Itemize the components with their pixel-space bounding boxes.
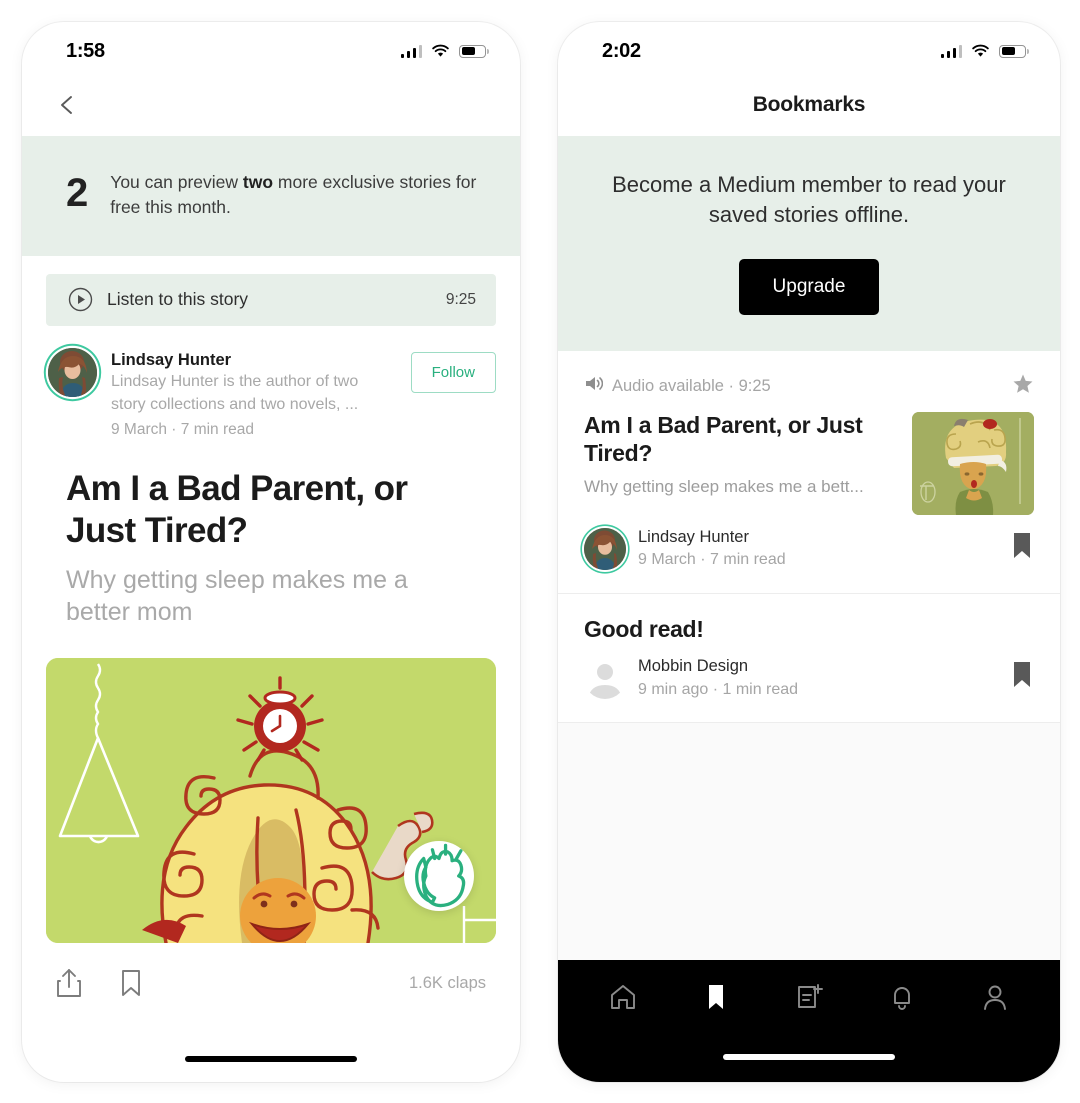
- home-icon: [608, 982, 638, 1017]
- preview-count: 2: [66, 171, 89, 215]
- page-title: Bookmarks: [752, 93, 866, 116]
- wifi-icon: [971, 44, 990, 58]
- author-row: Lindsay Hunter Lindsay Hunter is the aut…: [22, 326, 520, 442]
- status-time: 1:58: [66, 39, 105, 62]
- bookmark-list: Audio available · 9:25 Am I a Bad Parent…: [558, 350, 1060, 971]
- share-icon[interactable]: [56, 968, 82, 998]
- follow-button[interactable]: Follow: [410, 351, 496, 393]
- clap-button[interactable]: [404, 840, 474, 911]
- audio-available-label: Audio available · 9:25: [612, 376, 771, 395]
- bookmark-item-footer: Mobbin Design 9 min ago · 1 min read: [584, 656, 1034, 700]
- tab-bar-row: [558, 960, 1060, 1038]
- status-icons: [940, 44, 1029, 58]
- phone-right-bookmarks: 2:02 Bookmarks Become a Medium member to…: [558, 22, 1060, 1082]
- bookmark-text-column: Good read!: [584, 616, 1034, 644]
- status-time: 2:02: [602, 39, 641, 62]
- bookmark-author: Lindsay Hunter: [638, 527, 749, 546]
- bookmark-filled-icon: [701, 982, 731, 1017]
- bookmark-item-footer: Lindsay Hunter 9 March · 7 min read: [584, 527, 1034, 571]
- listen-duration: 9:25: [445, 290, 476, 308]
- upgrade-text: Become a Medium member to read your save…: [612, 172, 1006, 228]
- upgrade-banner: Become a Medium member to read your save…: [558, 136, 1060, 351]
- bookmark-item-top: Audio available · 9:25: [584, 373, 1034, 400]
- upgrade-button[interactable]: Upgrade: [738, 258, 880, 315]
- list-item[interactable]: Good read! Mobbin Design 9 min ago · 1 m…: [558, 593, 1060, 723]
- home-indicator-left: [22, 1056, 520, 1062]
- cellular-signal-icon: [940, 44, 962, 58]
- bookmark-item-body: Good read!: [584, 616, 1034, 644]
- claps-count: 1.6K claps: [408, 973, 486, 992]
- bookmark-author-column: Lindsay Hunter 9 March · 7 min read: [638, 527, 1010, 571]
- play-circle-icon: [68, 287, 93, 312]
- default-avatar-icon[interactable]: [584, 657, 626, 699]
- author-avatar[interactable]: [48, 347, 97, 397]
- tab-bar: [558, 960, 1060, 1082]
- article-hero-wrap: [22, 657, 520, 943]
- bookmark-subtitle: Why getting sleep makes me a bett...: [584, 477, 864, 497]
- bookmark-text-column: Am I a Bad Parent, or Just Tired? Why ge…: [584, 412, 912, 500]
- battery-icon: [459, 44, 489, 58]
- tab-notifications[interactable]: [856, 982, 949, 1017]
- home-indicator-right: [558, 1054, 1060, 1060]
- bookmark-author-column: Mobbin Design 9 min ago · 1 min read: [638, 656, 1010, 700]
- author-meta: Lindsay Hunter Lindsay Hunter is the aut…: [111, 348, 411, 442]
- bookmark-meta: 9 min ago · 1 min read: [638, 680, 799, 698]
- bell-icon: [887, 982, 917, 1017]
- listen-label: Listen to this story: [107, 289, 249, 310]
- preview-text: You can preview two more exclusive stori…: [110, 170, 482, 220]
- audio-available-row: Audio available · 9:25: [584, 375, 771, 397]
- preview-banner: 2 You can preview two more exclusive sto…: [22, 136, 520, 256]
- bookmark-icon[interactable]: [118, 968, 144, 998]
- bookmark-filled-icon[interactable]: [1010, 660, 1034, 695]
- chevron-left-icon[interactable]: [56, 94, 78, 116]
- new-story-icon: [794, 982, 824, 1017]
- author-name: Lindsay Hunter: [111, 350, 232, 369]
- navbar-bookmarks: Bookmarks: [558, 74, 1060, 136]
- article-hero-illustration: [46, 657, 496, 943]
- story-thumbnail: [912, 411, 1034, 515]
- wifi-icon: [431, 44, 450, 58]
- star-icon: [1012, 373, 1034, 400]
- navbar-back: [22, 74, 520, 136]
- phone-left-article: 1:58 2 You can preview two more exclusiv…: [22, 22, 520, 1082]
- screenshot-stage: 1:58 2 You can preview two more exclusiv…: [0, 0, 1080, 1103]
- list-item[interactable]: Audio available · 9:25 Am I a Bad Parent…: [558, 350, 1060, 594]
- preview-text-before: You can preview: [110, 172, 243, 192]
- bookmark-author: Mobbin Design: [638, 656, 749, 675]
- article-title: Am I a Bad Parent, or Just Tired?: [66, 468, 408, 550]
- article-subtitle: Why getting sleep makes me a better mom: [66, 565, 408, 626]
- tab-home[interactable]: [576, 982, 669, 1017]
- status-icons: [400, 44, 489, 58]
- listen-to-story-row[interactable]: Listen to this story 9:25: [46, 273, 496, 326]
- bookmark-title: Good read!: [584, 615, 704, 642]
- author-bio: Lindsay Hunter is the author of two stor…: [111, 372, 359, 413]
- article-action-bar: 1.6K claps: [22, 954, 520, 1012]
- bookmark-meta: 9 March · 7 min read: [638, 551, 786, 569]
- tab-bookmarks[interactable]: [669, 982, 762, 1017]
- empty-list-area: [558, 722, 1060, 971]
- status-bar-left: 1:58: [22, 22, 520, 74]
- cellular-signal-icon: [400, 44, 422, 58]
- bookmark-filled-icon[interactable]: [1010, 531, 1034, 566]
- author-date-readtime: 9 March · 7 min read: [111, 421, 254, 439]
- person-icon: [980, 982, 1010, 1017]
- author-avatar[interactable]: [584, 527, 626, 570]
- bookmark-item-body: Am I a Bad Parent, or Just Tired? Why ge…: [584, 411, 1034, 515]
- status-bar-right: 2:02: [558, 22, 1060, 74]
- battery-icon: [999, 44, 1029, 58]
- bookmark-title: Am I a Bad Parent, or Just Tired?: [584, 411, 863, 466]
- preview-text-bold: two: [242, 172, 274, 192]
- tab-profile[interactable]: [949, 982, 1042, 1017]
- speaker-icon: [584, 375, 604, 397]
- tab-write[interactable]: [762, 982, 855, 1017]
